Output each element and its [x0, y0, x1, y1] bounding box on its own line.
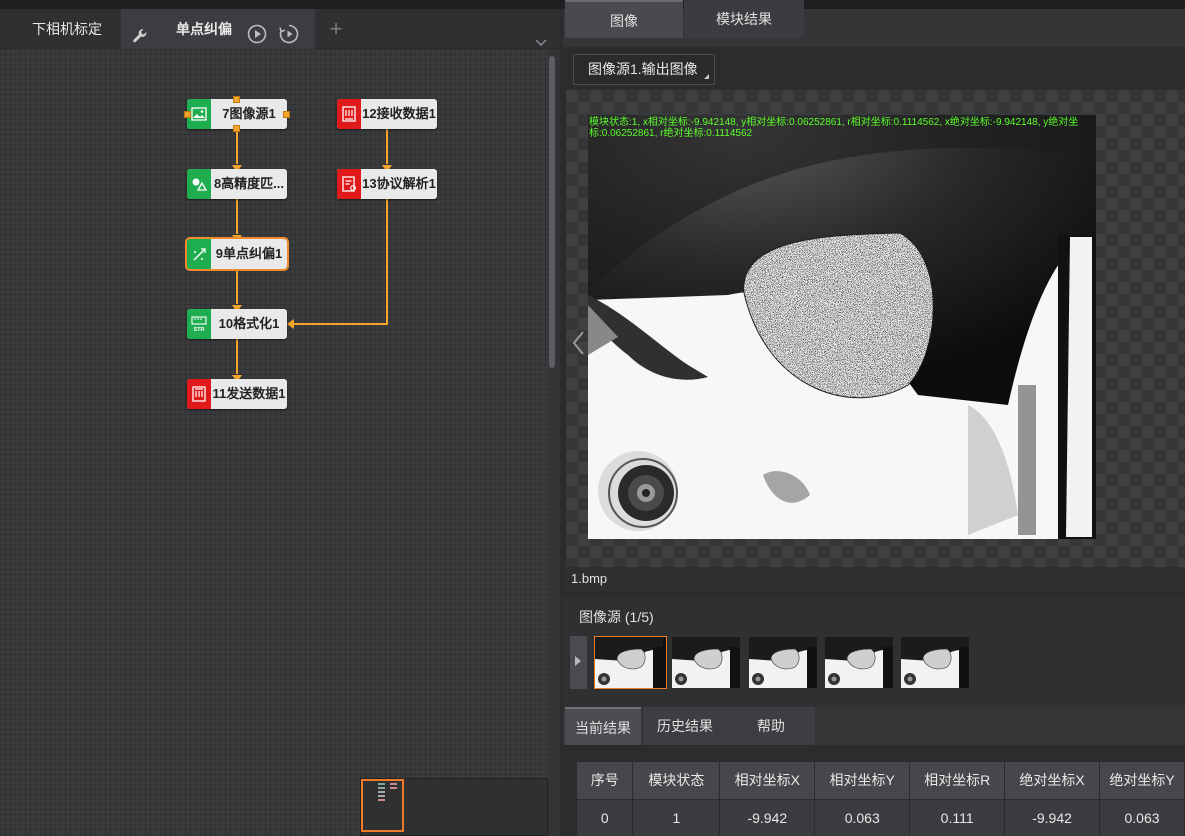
tab-help[interactable]: 帮助: [727, 707, 815, 745]
table-cell: 0.063: [814, 798, 911, 836]
table-cell: 0.111: [909, 798, 1006, 836]
column-header[interactable]: 模块状态: [632, 762, 721, 799]
column-header[interactable]: 绝对坐标Y: [1099, 762, 1185, 799]
node-port-left[interactable]: [184, 111, 191, 118]
tab-module-result[interactable]: 模块结果: [684, 0, 804, 38]
tab-label: 图像: [610, 13, 638, 29]
ring-feature: [598, 451, 678, 531]
select-value: 图像源1.输出图像: [588, 61, 698, 77]
format-str-icon: STR: [187, 309, 211, 339]
image-thumbnail[interactable]: [901, 637, 969, 688]
image-source-select[interactable]: 图像源1.输出图像: [573, 54, 715, 85]
node-port-bottom[interactable]: [233, 125, 240, 132]
flow-scrollbar-thumb[interactable]: [549, 56, 555, 368]
loop-run-icon[interactable]: [279, 19, 299, 44]
image-thumbnail[interactable]: [672, 637, 740, 688]
tab-label: 单点纠偏: [176, 21, 232, 37]
file-name-bar: [566, 567, 1185, 591]
image-source-title: 图像源 (1/5): [579, 609, 654, 625]
node-label: 11发送数据1: [212, 386, 286, 401]
node-port-right[interactable]: [283, 111, 290, 118]
node-label: 8高精度匹...: [213, 176, 285, 191]
column-header[interactable]: 绝对坐标X: [1004, 762, 1101, 799]
table-cell: 1: [632, 798, 721, 836]
file-name: 1.bmp: [571, 571, 608, 586]
tab-current-result[interactable]: 当前结果: [565, 707, 641, 745]
table-cell: 0.063: [1099, 798, 1185, 836]
table-row[interactable]: 0 1 -9.942 0.063 0.111 -9.942 0.063: [577, 798, 1185, 836]
receive-data-icon: [337, 99, 361, 129]
match-icon: [187, 169, 211, 199]
wrench-icon[interactable]: [131, 20, 149, 43]
camera-image: [588, 115, 1096, 539]
node-label: 10格式化1: [218, 316, 280, 331]
table-header-row: 序号 模块状态 相对坐标X 相对坐标Y 相对坐标R 绝对坐标X 绝对坐标Y: [577, 762, 1185, 799]
svg-text:STR: STR: [194, 327, 205, 333]
node-label: 13协议解析1: [362, 176, 436, 191]
node-port-top[interactable]: [233, 96, 240, 103]
tab-history-result[interactable]: 历史结果: [643, 707, 727, 745]
flow-node-format[interactable]: STR 10格式化1: [187, 309, 287, 339]
tab-image[interactable]: 图像: [565, 0, 683, 38]
table-cell: 0: [577, 798, 634, 836]
overlay-result-text: 模块状态:1, x相对坐标:-9.942148, y相对坐标:0.0625286…: [589, 117, 1079, 139]
prev-image-chevron-icon[interactable]: [571, 330, 585, 362]
dropdown-caret-icon: [704, 74, 709, 79]
column-header[interactable]: 相对坐标X: [719, 762, 816, 799]
protocol-parse-icon: [337, 169, 361, 199]
minimap-viewport[interactable]: [361, 779, 404, 832]
image-thumbnail[interactable]: [594, 636, 667, 689]
add-tab-button[interactable]: +: [326, 9, 346, 49]
column-header[interactable]: 相对坐标R: [909, 762, 1006, 799]
send-data-icon: [187, 379, 211, 409]
node-label: 9单点纠偏1: [215, 246, 283, 261]
flow-tab-bar: 下相机标定 单点纠偏 +: [0, 9, 560, 49]
flow-connectors: [232, 127, 392, 382]
node-label: 7图像源1: [222, 106, 276, 121]
tab-lower-camera-calibration[interactable]: 下相机标定: [13, 9, 121, 49]
flow-node-high-precision-match[interactable]: 8高精度匹...: [187, 169, 287, 199]
tab-label: 历史结果: [657, 718, 713, 734]
flow-node-send-data[interactable]: 11发送数据1: [187, 379, 287, 409]
flow-node-receive-data[interactable]: 12接收数据1: [337, 99, 437, 129]
correction-icon: [187, 239, 211, 269]
column-header[interactable]: 序号: [577, 762, 634, 799]
play-circle-icon[interactable]: [247, 19, 267, 44]
tab-single-point-correction[interactable]: 单点纠偏: [121, 9, 315, 49]
connector-13-10: [293, 199, 388, 325]
plus-icon: +: [329, 16, 343, 41]
flow-node-single-point-correction[interactable]: 9单点纠偏1: [185, 237, 289, 271]
tab-dropdown-chevron-icon[interactable]: [534, 23, 550, 47]
column-header[interactable]: 相对坐标Y: [814, 762, 911, 799]
image-thumbnail[interactable]: [825, 637, 893, 688]
image-thumbnail[interactable]: [749, 637, 817, 688]
node-label: 12接收数据1: [362, 106, 436, 121]
tab-label: 模块结果: [716, 11, 772, 27]
tab-label: 帮助: [757, 718, 785, 734]
result-table: 序号 模块状态 相对坐标X 相对坐标Y 相对坐标R 绝对坐标X 绝对坐标Y 0 1 -9.942…: [577, 762, 1185, 836]
flow-node-protocol-parse[interactable]: 13协议解析1: [337, 169, 437, 199]
table-cell: -9.942: [719, 798, 816, 836]
table-cell: -9.942: [1004, 798, 1101, 836]
caret-right-icon: [575, 656, 581, 666]
tab-label: 当前结果: [575, 720, 631, 736]
tab-label: 下相机标定: [32, 21, 102, 37]
